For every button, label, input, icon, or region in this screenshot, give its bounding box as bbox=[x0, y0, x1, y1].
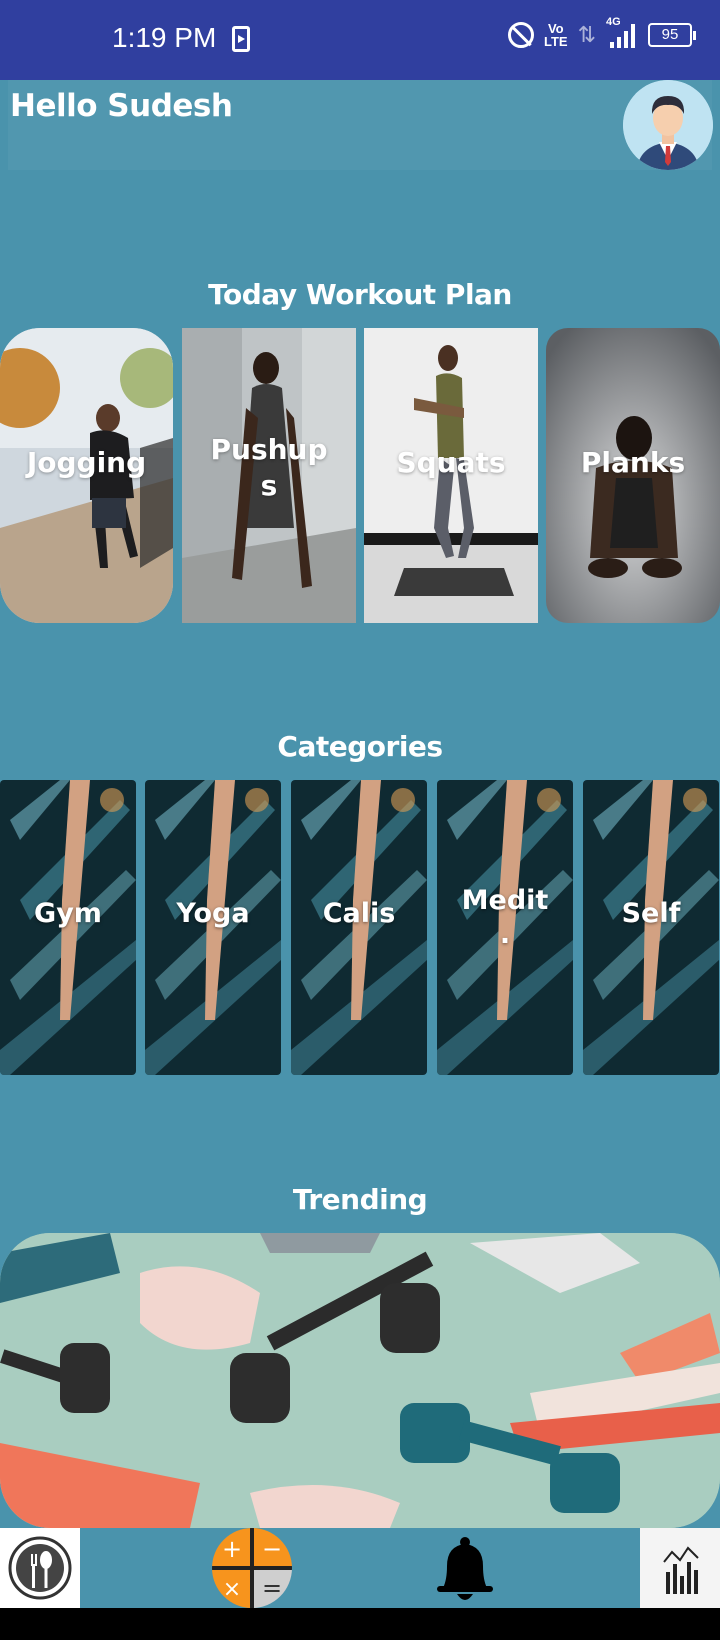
nav-diet-button[interactable] bbox=[0, 1528, 80, 1608]
calculator-icon: + − × = bbox=[212, 1528, 292, 1608]
nav-stats-button[interactable] bbox=[640, 1528, 720, 1608]
status-time: 1:19 PM bbox=[112, 22, 217, 53]
signal-icon: 4G bbox=[606, 16, 638, 50]
workout-plan-row: Jogging Pushup s Squats Planks bbox=[0, 328, 720, 623]
avatar[interactable] bbox=[623, 80, 713, 170]
trending-photo bbox=[0, 1233, 720, 1528]
volte-indicator: Vo LTE bbox=[544, 22, 568, 48]
workout-card-planks[interactable]: Planks bbox=[546, 328, 720, 623]
categories-row: Gym Yoga Calis Medit . Self bbox=[0, 780, 720, 1075]
status-icons: Vo LTE ⇅ 4G 95 bbox=[507, 16, 696, 50]
stats-chart-icon bbox=[663, 1546, 699, 1594]
trending-banner[interactable] bbox=[0, 1233, 720, 1528]
category-card-calis[interactable]: Calis bbox=[291, 780, 427, 1075]
greeting-text: Hello Sudesh bbox=[10, 88, 233, 124]
avatar-person-icon bbox=[623, 80, 713, 170]
workout-label: Planks bbox=[580, 446, 686, 479]
bottom-nav: + − × = bbox=[0, 1528, 720, 1608]
workout-label: Jogging bbox=[26, 446, 147, 479]
categories-title: Categories bbox=[277, 730, 443, 763]
nav-notifications-button[interactable] bbox=[425, 1532, 505, 1608]
network-type: 4G bbox=[606, 16, 621, 28]
status-bar: 1:19 PM Vo LTE ⇅ 4G 95 bbox=[0, 0, 720, 80]
workout-card-squats[interactable]: Squats bbox=[364, 328, 538, 623]
category-label: Medit . bbox=[461, 885, 549, 950]
workout-card-jogging[interactable]: Jogging bbox=[0, 328, 173, 623]
category-label: Self bbox=[621, 898, 681, 929]
workout-label: Pushup s bbox=[210, 433, 328, 502]
workout-card-pushups[interactable]: Pushup s bbox=[182, 328, 356, 623]
data-arrows-icon: ⇅ bbox=[577, 22, 596, 48]
category-label: Gym bbox=[34, 898, 102, 929]
system-navigation-bar bbox=[0, 1608, 720, 1640]
notification-bell-icon bbox=[437, 1537, 493, 1600]
svg-text:×: × bbox=[223, 1577, 241, 1602]
header: Hello Sudesh bbox=[0, 80, 720, 170]
do-not-disturb-icon bbox=[507, 22, 534, 48]
svg-text:=: = bbox=[262, 1574, 282, 1602]
category-card-meditation[interactable]: Medit . bbox=[437, 780, 573, 1075]
nav-calculator-button[interactable]: + − × = bbox=[212, 1528, 292, 1608]
trending-title: Trending bbox=[292, 1183, 428, 1216]
diet-icon bbox=[8, 1536, 72, 1600]
category-label: Yoga bbox=[176, 898, 250, 929]
workout-plan-title: Today Workout Plan bbox=[208, 278, 512, 311]
battery-icon: 95 bbox=[648, 23, 696, 47]
workout-label: Squats bbox=[396, 446, 506, 479]
category-card-gym[interactable]: Gym bbox=[0, 780, 136, 1075]
svg-text:−: − bbox=[262, 1535, 282, 1563]
category-label: Calis bbox=[322, 898, 396, 929]
category-card-yoga[interactable]: Yoga bbox=[145, 780, 281, 1075]
sim-icon bbox=[232, 26, 250, 52]
category-card-self[interactable]: Self bbox=[583, 780, 719, 1075]
volte-bottom-text: LTE bbox=[543, 34, 568, 49]
svg-text:+: + bbox=[222, 1535, 242, 1563]
